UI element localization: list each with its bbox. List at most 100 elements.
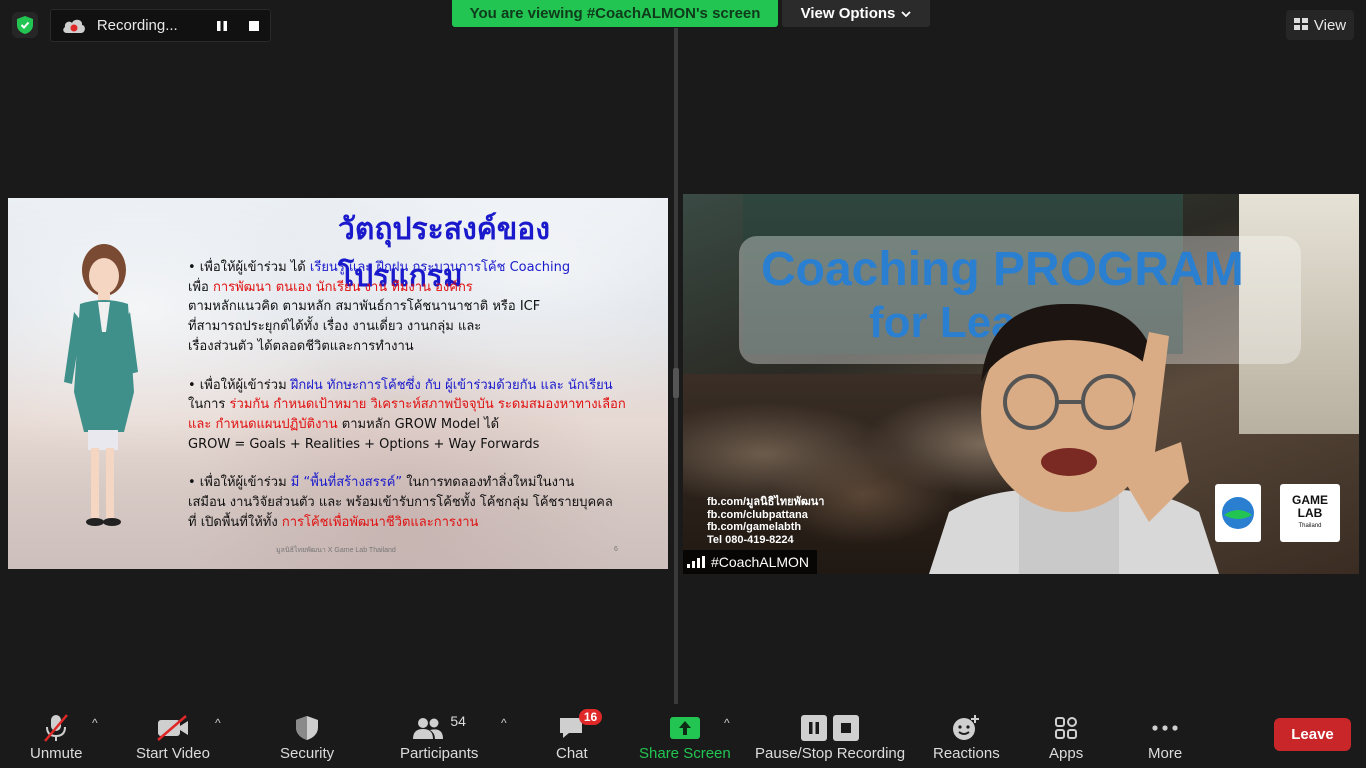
pause-recording-button[interactable]: [206, 13, 238, 39]
logo-text: GAME: [1292, 492, 1328, 507]
security-label: Security: [280, 745, 335, 762]
bullet-line: ที่สามารถประยุกต์ได้ทั้ง เรื่อง งานเดี่ย…: [188, 319, 482, 335]
social-line: fb.com/clubpattana: [707, 508, 808, 521]
bullet-line: เพื่อ การพัฒนา ตนเอง นักเรียน งาน ทีมงาน…: [188, 278, 648, 298]
meeting-window: Recording... You are viewing #CoachALMON…: [0, 0, 1366, 768]
more-button[interactable]: More: [1148, 711, 1182, 762]
share-screen-button[interactable]: Share Screen: [639, 711, 731, 762]
foundation-logo-icon: [1215, 484, 1261, 542]
slide-footer: มูลนิธิไทยพัฒนา X Game Lab Thailand: [276, 547, 396, 554]
participants-button[interactable]: 54 Participants: [400, 711, 478, 762]
more-label: More: [1148, 745, 1183, 762]
slide-page-number: 6: [614, 546, 618, 553]
chat-label: Chat: [556, 745, 588, 762]
split-divider[interactable]: [674, 28, 678, 704]
text-highlight: การพัฒนา ตนเอง นักเรียน งาน ทีมงาน องค์ก…: [212, 279, 473, 295]
text: • เพื่อให้ผู้เข้าร่วม ได้: [188, 260, 310, 275]
reactions-button[interactable]: Reactions: [933, 711, 1000, 762]
logo-text: LAB: [1297, 505, 1323, 520]
signal-strength-icon: [687, 556, 705, 568]
share-screen-icon: [669, 711, 701, 745]
pause-stop-recording-label: Pause/Stop Recording: [755, 745, 906, 762]
share-screen-label: Share Screen: [639, 745, 731, 762]
bullet-line: ในการ ร่วมกัน กำหนดเป้าหมาย วิเคราะห์สภา…: [188, 395, 648, 415]
pause-stop-icon: [801, 711, 860, 745]
muted-mic-icon: [42, 711, 70, 745]
participants-icon: 54: [412, 711, 466, 745]
shared-screen-slide: วัตถุประสงค์ของโปรแกรม • เพื่อให้ผู้เข้า…: [8, 198, 668, 569]
bullet-line: GROW = Goals + Realities + Options + Way…: [188, 436, 540, 452]
recording-indicator: Recording...: [50, 9, 271, 42]
share-options-chevron-icon[interactable]: ^: [724, 716, 730, 730]
text-highlight: และ กำหนดแผนปฏิบัติงาน: [188, 416, 338, 432]
divider-drag-handle[interactable]: [673, 368, 679, 398]
video-off-icon: [156, 711, 190, 745]
recording-label: Recording...: [96, 17, 178, 34]
text-highlight: ฝึกฝน ทักษะการโค้ชซึ่ง กับ ผู้เข้าร่วมด้…: [290, 377, 613, 393]
shield-icon: [295, 711, 319, 745]
stop-recording-button[interactable]: [238, 13, 270, 39]
text: ในการทดลองทำสิ่งใหม่ในงาน: [402, 475, 575, 491]
unmute-label: Unmute: [30, 745, 83, 762]
social-line: fb.com/มูลนิธิไทยพัฒนา: [707, 496, 825, 508]
text: ตามหลัก GROW Model ได้: [337, 416, 500, 432]
slide-bullets: • เพื่อให้ผู้เข้าร่วม ได้ เรียนรู้ และ ฝ…: [188, 258, 648, 532]
bullet-line: • เพื่อให้ผู้เข้าร่วม มี “พื้นที่สร้างสร…: [188, 473, 648, 493]
viewing-screen-banner: You are viewing #CoachALMON's screen: [452, 0, 778, 27]
apps-icon: [1054, 711, 1078, 745]
grid-view-icon: [1293, 17, 1308, 34]
text-highlight: การโค้ชเพื่อพัฒนาชีวิตและการงาน: [281, 514, 479, 530]
meeting-toolbar: Unmute ^ Start Video ^ Security 54 Parti…: [0, 704, 1366, 768]
add-reaction-icon: [952, 711, 980, 745]
social-line: fb.com/gamelabth: [707, 521, 802, 533]
reactions-label: Reactions: [933, 745, 1000, 762]
participants-label: Participants: [400, 745, 479, 762]
participant-name: #CoachALMON: [711, 554, 810, 570]
view-options-label: View Options: [800, 5, 896, 22]
bullet-line: เสมือน งานวิจัยส่วนตัว และ พร้อมเข้ารับก…: [188, 495, 613, 511]
chat-unread-badge: 16: [578, 709, 603, 725]
logo-subtext: Thailand: [1298, 522, 1322, 529]
text: ในการ: [188, 397, 230, 413]
bullet-line: และ กำหนดแผนปฏิบัติงาน ตามหลัก GROW Mode…: [188, 415, 648, 435]
bullet-line: เรื่องส่วนตัว ได้ตลอดชีวิตและการทำงาน: [188, 338, 414, 354]
start-video-label: Start Video: [136, 745, 210, 762]
cloud-recording-icon: [57, 10, 91, 41]
unmute-button[interactable]: Unmute: [30, 711, 83, 762]
participants-options-chevron-icon[interactable]: ^: [501, 716, 507, 730]
more-dots-icon: [1151, 711, 1179, 745]
text: • เพื่อให้ผู้เข้าร่วม: [188, 475, 291, 491]
speaker-video-tile[interactable]: Coaching PROGRAM for Learer fb.com/มูลนิ…: [683, 194, 1359, 574]
view-layout-button[interactable]: View: [1286, 10, 1354, 40]
chevron-down-icon: [901, 5, 912, 22]
pause-stop-recording-button[interactable]: Pause/Stop Recording: [755, 711, 905, 762]
view-label: View: [1313, 16, 1347, 34]
bullet-line: ที่ เปิดพื้นที่ให้ทั้ง การโค้ชเพื่อพัฒนา…: [188, 513, 648, 533]
leave-button[interactable]: Leave: [1274, 718, 1351, 751]
chat-bubble-icon: 16: [557, 709, 603, 745]
background-title-line1: Coaching PROGRAM: [761, 243, 1244, 296]
text-highlight: ร่วมกัน กำหนดเป้าหมาย วิเคราะห์สภาพปัจจุ…: [229, 397, 626, 413]
text: • เพื่อให้ผู้เข้าร่วม: [188, 377, 291, 393]
audio-options-chevron-icon[interactable]: ^: [92, 716, 98, 730]
apps-button[interactable]: Apps: [1049, 711, 1083, 762]
start-video-button[interactable]: Start Video: [136, 711, 210, 762]
participant-name-tag: #CoachALMON: [683, 550, 818, 574]
encryption-shield-icon[interactable]: [12, 12, 38, 38]
text-highlight: เรียนรู้ และ ฝึกฝน กระบวนการโค้ช Coachin…: [309, 260, 571, 275]
view-options-button[interactable]: View Options: [782, 0, 930, 27]
chat-button[interactable]: 16 Chat: [556, 709, 603, 762]
text-highlight: มี “พื้นที่สร้างสรรค์”: [290, 475, 403, 491]
social-links: fb.com/มูลนิธิไทยพัฒนา fb.com/clubpattan…: [707, 496, 824, 546]
video-options-chevron-icon[interactable]: ^: [215, 716, 221, 730]
cartoon-woman-illustration: [64, 244, 138, 526]
security-button[interactable]: Security: [280, 711, 334, 762]
apps-label: Apps: [1049, 745, 1084, 762]
social-line: Tel 080-419-8224: [707, 533, 794, 546]
bullet-line: ตามหลักแนวคิด ตามหลัก สมาพันธ์การโค้ชนาน…: [188, 299, 541, 315]
game-lab-logo: GAME LAB Thailand: [1280, 484, 1340, 542]
speaker-person: [929, 303, 1219, 574]
participant-count: 54: [450, 713, 466, 729]
text: ที่ เปิดพื้นที่ให้ทั้ง: [188, 514, 282, 530]
bullet-line: • เพื่อให้ผู้เข้าร่วม ฝึกฝน ทักษะการโค้ช…: [188, 376, 648, 396]
